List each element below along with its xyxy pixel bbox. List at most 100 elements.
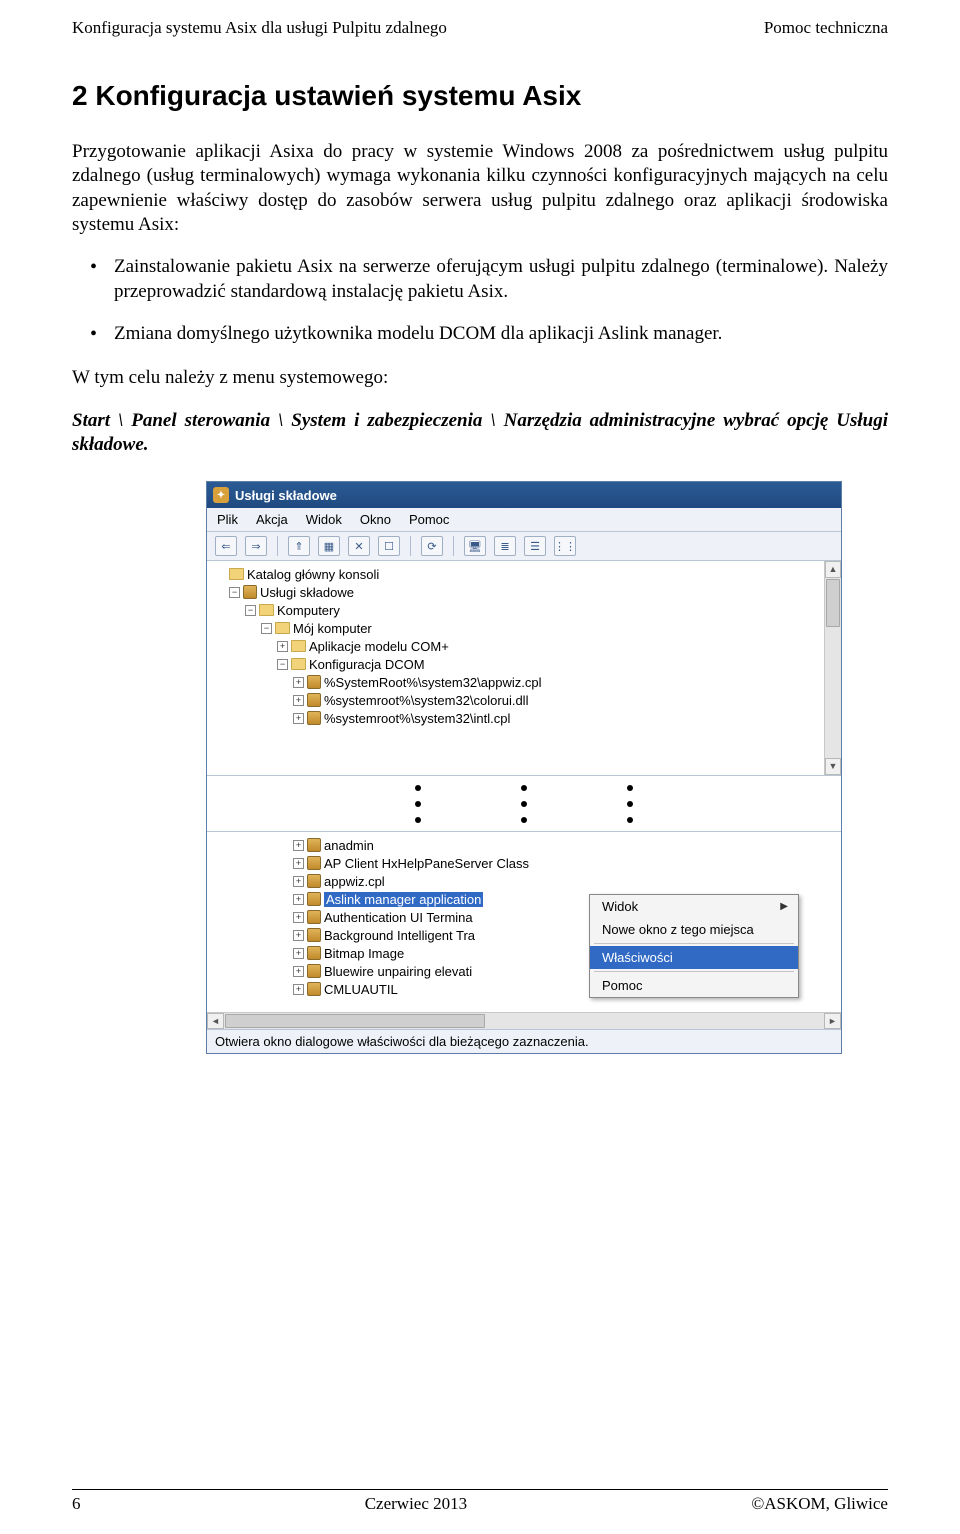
footer-copyright: ©ASKOM, Gliwice bbox=[751, 1494, 888, 1514]
properties-button[interactable]: ☐ bbox=[378, 536, 400, 556]
expand-icon[interactable]: + bbox=[293, 713, 304, 724]
expand-icon[interactable]: + bbox=[293, 894, 304, 905]
tree-pane-lower: +anadmin+AP Client HxHelpPaneServer Clas… bbox=[207, 832, 841, 1012]
tree-node[interactable]: + %SystemRoot%\system32\appwiz.cpl bbox=[293, 673, 841, 691]
window-title: Usługi składowe bbox=[235, 488, 337, 503]
page-header: Konfiguracja systemu Asix dla usługi Pul… bbox=[0, 0, 960, 42]
toolbar: ⇐ ⇒ ⇑ ▦ ✕ ☐ ⟳ 🖥 ≣ ☰ ⋮⋮ bbox=[207, 532, 841, 561]
titlebar: ✦ Usługi składowe bbox=[207, 482, 841, 508]
tree-node-label: Konfiguracja DCOM bbox=[309, 657, 425, 672]
menu-help[interactable]: Pomoc bbox=[409, 512, 449, 527]
collapse-icon[interactable]: − bbox=[229, 587, 240, 598]
context-menu-item[interactable]: Właściwości bbox=[590, 946, 798, 969]
tree-node[interactable]: − Komputery bbox=[245, 601, 841, 619]
horizontal-scrollbar[interactable]: ◄ ► bbox=[207, 1012, 841, 1029]
tree-node-label: Mój komputer bbox=[293, 621, 372, 636]
back-button[interactable]: ⇐ bbox=[215, 536, 237, 556]
scroll-right-icon[interactable]: ► bbox=[824, 1013, 841, 1029]
collapse-icon[interactable]: − bbox=[277, 659, 288, 670]
up-button[interactable]: ⇑ bbox=[288, 536, 310, 556]
expand-icon[interactable]: + bbox=[293, 930, 304, 941]
scroll-thumb[interactable] bbox=[225, 1014, 485, 1028]
section-heading: 2 Konfiguracja ustawień systemu Asix bbox=[72, 80, 888, 112]
tree-node[interactable]: Katalog główny konsoli bbox=[213, 565, 841, 583]
expand-icon[interactable]: + bbox=[293, 840, 304, 851]
tree-node-label: Usługi składowe bbox=[260, 585, 354, 600]
component-icon bbox=[307, 910, 321, 924]
expand-icon[interactable]: + bbox=[293, 695, 304, 706]
page-number: 6 bbox=[72, 1494, 81, 1514]
delete-button[interactable]: ✕ bbox=[348, 536, 370, 556]
scroll-thumb[interactable] bbox=[826, 579, 840, 627]
view-button[interactable]: ▦ bbox=[318, 536, 340, 556]
bullet-item: Zainstalowanie pakietu Asix na serwerze … bbox=[114, 255, 888, 304]
menu-separator bbox=[594, 943, 794, 944]
header-right: Pomoc techniczna bbox=[764, 18, 888, 38]
expand-icon[interactable]: + bbox=[293, 966, 304, 977]
component-icon bbox=[307, 856, 321, 870]
expand-icon[interactable]: + bbox=[293, 984, 304, 995]
expand-icon[interactable]: + bbox=[293, 858, 304, 869]
tree-node[interactable]: + %systemroot%\system32\colorui.dll bbox=[293, 691, 841, 709]
ellipsis-gap bbox=[207, 776, 841, 832]
status-text: Otwiera okno dialogowe właściwości dla b… bbox=[215, 1034, 589, 1049]
tree-node[interactable]: + appwiz.cpl bbox=[293, 872, 841, 890]
vertical-scrollbar[interactable]: ▲ ▼ bbox=[824, 561, 841, 775]
context-menu-label: Nowe okno z tego miejsca bbox=[602, 922, 754, 937]
component-icon bbox=[307, 946, 321, 960]
expand-icon[interactable]: + bbox=[293, 876, 304, 887]
forward-button[interactable]: ⇒ bbox=[245, 536, 267, 556]
menu-file[interactable]: Plik bbox=[217, 512, 238, 527]
tree-node-label: CMLUAUTIL bbox=[324, 982, 398, 997]
tree-node-label: Katalog główny konsoli bbox=[247, 567, 379, 582]
scroll-down-icon[interactable]: ▼ bbox=[825, 758, 841, 775]
collapse-icon[interactable]: − bbox=[245, 605, 256, 616]
tree-node[interactable]: + %systemroot%\system32\intl.cpl bbox=[293, 709, 841, 727]
menu-action[interactable]: Akcja bbox=[256, 512, 288, 527]
context-menu-item[interactable]: Pomoc bbox=[590, 974, 798, 997]
component-icon bbox=[307, 838, 321, 852]
refresh-button[interactable]: ⟳ bbox=[421, 536, 443, 556]
path-paragraph: Start \ Panel sterowania \ System i zabe… bbox=[72, 409, 888, 458]
component-icon bbox=[307, 874, 321, 888]
expand-icon[interactable]: + bbox=[293, 677, 304, 688]
tree-node[interactable]: − Mój komputer bbox=[261, 619, 841, 637]
tree-node-label: appwiz.cpl bbox=[324, 874, 385, 889]
tree-node[interactable]: − Konfiguracja DCOM bbox=[277, 655, 841, 673]
tree-node-label: Background Intelligent Tra bbox=[324, 928, 475, 943]
scroll-left-icon[interactable]: ◄ bbox=[207, 1013, 224, 1029]
expand-icon[interactable]: + bbox=[293, 912, 304, 923]
details-icon[interactable]: ⋮⋮ bbox=[554, 536, 576, 556]
menu-view[interactable]: Widok bbox=[306, 512, 342, 527]
tree-node[interactable]: +anadmin bbox=[293, 836, 841, 854]
tree-node-label: %systemroot%\system32\intl.cpl bbox=[324, 711, 510, 726]
tree-icon[interactable]: ☰ bbox=[524, 536, 546, 556]
scroll-up-icon[interactable]: ▲ bbox=[825, 561, 841, 578]
tree-pane-upper: Katalog główny konsoli−Usługi składowe−K… bbox=[207, 561, 841, 776]
computer-icon[interactable]: 🖥 bbox=[464, 536, 486, 556]
bullet-item: Zmiana domyślnego użytkownika modelu DCO… bbox=[114, 322, 888, 346]
header-left: Konfiguracja systemu Asix dla usługi Pul… bbox=[72, 18, 447, 38]
lead-paragraph: W tym celu należy z menu systemowego: bbox=[72, 366, 888, 390]
menu-window[interactable]: Okno bbox=[360, 512, 391, 527]
tree-node-label: %SystemRoot%\system32\appwiz.cpl bbox=[324, 675, 541, 690]
tree-node-label: Bitmap Image bbox=[324, 946, 404, 961]
folder-icon bbox=[291, 658, 306, 670]
menu-path: Start \ Panel sterowania \ System i zabe… bbox=[72, 410, 888, 455]
tree-node-label: %systemroot%\system32\colorui.dll bbox=[324, 693, 528, 708]
tree-node-label: Aslink manager application bbox=[324, 892, 483, 907]
context-menu-label: Właściwości bbox=[602, 950, 673, 965]
tree-node[interactable]: − Usługi składowe bbox=[229, 583, 841, 601]
collapse-icon[interactable]: − bbox=[261, 623, 272, 634]
tree-node[interactable]: +AP Client HxHelpPaneServer Class bbox=[293, 854, 841, 872]
context-menu-item[interactable]: Widok▶ bbox=[590, 895, 798, 918]
component-icon bbox=[307, 964, 321, 978]
tree-node[interactable]: +Aplikacje modelu COM+ bbox=[277, 637, 841, 655]
tree-node-label: Komputery bbox=[277, 603, 340, 618]
expand-icon[interactable]: + bbox=[277, 641, 288, 652]
list-icon[interactable]: ≣ bbox=[494, 536, 516, 556]
component-icon bbox=[243, 585, 257, 599]
context-menu-item[interactable]: Nowe okno z tego miejsca bbox=[590, 918, 798, 941]
component-icon bbox=[307, 711, 321, 725]
expand-icon[interactable]: + bbox=[293, 948, 304, 959]
